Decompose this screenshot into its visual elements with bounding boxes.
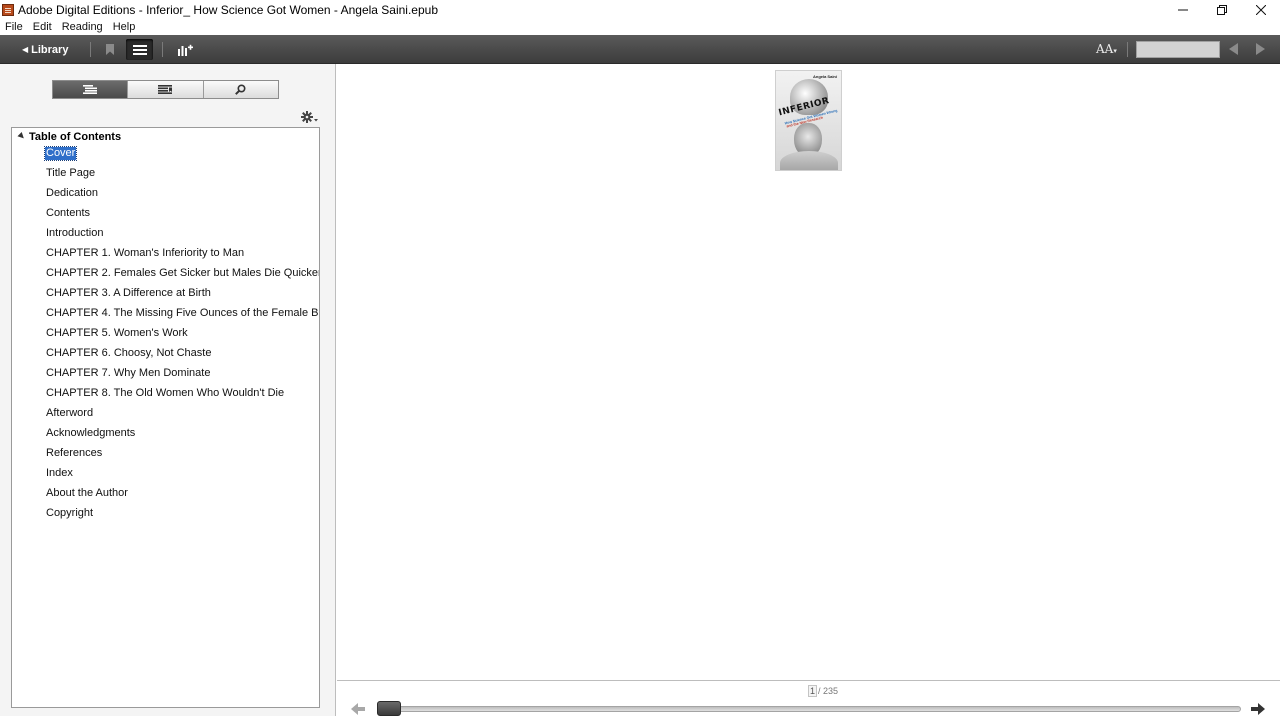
search-input[interactable] (1136, 41, 1220, 58)
panel-options-button[interactable] (301, 110, 319, 124)
table-of-contents-tree: Table of Contents Cover Title Page Dedicat… (11, 127, 320, 708)
window-controls (1163, 0, 1280, 19)
book-cover-image: Angela Saini INFERIOR How Science Got Wo… (775, 70, 842, 171)
menu-help[interactable]: Help (108, 19, 141, 35)
toc-list: Cover Title Page Dedication Contents Introdu… (43, 143, 320, 523)
title-bar: Adobe Digital Editions - Inferior_ How S… (0, 0, 1280, 19)
toolbar-divider (1127, 42, 1128, 57)
toc-item-label: About the Author (46, 486, 128, 499)
window-title: Adobe Digital Editions - Inferior_ How S… (18, 2, 439, 17)
collapse-triangle-icon[interactable] (17, 132, 26, 141)
cover-shoulders-shape (780, 151, 838, 170)
tab-search[interactable] (204, 81, 278, 98)
page-slider-thumb[interactable] (377, 701, 401, 716)
add-to-library-button[interactable] (172, 39, 199, 60)
toc-item-label: CHAPTER 6. Choosy, Not Chaste (46, 346, 212, 359)
toc-item[interactable]: Dedication (45, 183, 319, 203)
arrow-left-icon (351, 703, 365, 715)
previous-page-button[interactable] (351, 702, 365, 720)
arrow-right-icon (1251, 703, 1265, 715)
toc-item-label: CHAPTER 4. The Missing Five Ounces of th… (46, 306, 320, 319)
menu-file[interactable]: File (0, 19, 28, 35)
bookmark-button[interactable] (96, 39, 123, 60)
total-pages-label: / 235 (818, 686, 839, 696)
toc-view-button[interactable] (126, 39, 153, 60)
toc-item-label: Contents (46, 206, 91, 219)
minimize-icon[interactable] (1163, 0, 1202, 19)
toc-item-label: CHAPTER 3. A Difference at Birth (46, 286, 211, 299)
toc-item-label: CHAPTER 1. Woman's Inferiority to Man (46, 246, 245, 259)
previous-page-icon[interactable] (1229, 43, 1238, 55)
toc-header-label: Table of Contents (29, 131, 122, 143)
toc-item[interactable]: Index (45, 463, 319, 483)
toc-item[interactable]: Copyright (45, 503, 319, 523)
cover-author: Angela Saini (812, 74, 837, 79)
current-page-field[interactable]: 1 (808, 685, 817, 697)
toolbar: ◀ Library AA▾ (0, 35, 1280, 64)
toc-item-label: Copyright (46, 506, 94, 519)
toc-item-label: CHAPTER 2. Females Get Sicker but Males … (46, 266, 320, 279)
toolbar-divider (90, 42, 91, 57)
list-view-icon (132, 44, 147, 55)
toc-item-label: CHAPTER 5. Women's Work (46, 326, 188, 339)
toc-item[interactable]: Acknowledgments (45, 423, 319, 443)
toc-item[interactable]: CHAPTER 7. Why Men Dominate (45, 363, 319, 383)
back-triangle-icon: ◀ (22, 45, 29, 54)
library-label: Library (31, 43, 69, 56)
tab-table-of-contents[interactable] (53, 81, 129, 98)
toc-item-label: Acknowledgments (46, 426, 136, 439)
toc-item[interactable]: Contents (45, 203, 319, 223)
tab-bookmarks[interactable] (128, 81, 204, 98)
toc-item-label: Afterword (46, 406, 94, 419)
toc-item[interactable]: CHAPTER 3. A Difference at Birth (45, 283, 319, 303)
toc-item[interactable]: CHAPTER 8. The Old Women Who Wouldn't Di… (45, 383, 319, 403)
toc-item-label: Dedication (46, 186, 98, 199)
menu-edit[interactable]: Edit (28, 19, 57, 35)
toc-list-icon (83, 85, 98, 94)
menu-bar: File Edit Reading Help (0, 19, 1280, 35)
library-button[interactable]: ◀ Library (22, 41, 68, 58)
toc-item[interactable]: Introduction (45, 223, 319, 243)
bookmarks-list-icon (158, 85, 173, 94)
navigation-panel: Table of Contents Cover Title Page Dedicat… (0, 64, 336, 716)
toc-item[interactable]: CHAPTER 6. Choosy, Not Chaste (45, 343, 319, 363)
toc-item-label: Introduction (46, 226, 104, 239)
next-page-button[interactable] (1251, 702, 1265, 720)
page-slider-track[interactable] (377, 706, 1241, 712)
app-book-icon (2, 3, 14, 16)
toc-item[interactable]: Title Page (45, 163, 319, 183)
toc-item[interactable]: CHAPTER 2. Females Get Sicker but Males … (45, 263, 320, 283)
reading-pane[interactable]: Angela Saini INFERIOR How Science Got Wo… (337, 64, 1280, 680)
toc-item-label: Title Page (46, 166, 96, 179)
close-icon[interactable] (1241, 0, 1280, 19)
toc-item-label: CHAPTER 8. The Old Women Who Wouldn't Di… (46, 386, 285, 399)
add-chart-icon (178, 44, 193, 56)
font-size-button[interactable]: AA▾ (1096, 42, 1117, 57)
search-icon (235, 84, 246, 95)
page-indicator: 1 / 235 (808, 685, 838, 697)
restore-icon[interactable] (1202, 0, 1241, 19)
page-navigation-bar: 1 / 235 (337, 680, 1280, 716)
gear-icon (301, 111, 318, 123)
toc-item[interactable]: CHAPTER 4. The Missing Five Ounces of th… (45, 303, 320, 323)
font-size-label: AA (1096, 42, 1114, 56)
toc-item[interactable]: Afterword (45, 403, 319, 423)
toc-item[interactable]: About the Author (45, 483, 319, 503)
panel-view-tabs (52, 80, 279, 99)
toc-item-label: CHAPTER 7. Why Men Dominate (46, 366, 211, 379)
next-page-icon[interactable] (1256, 43, 1265, 55)
toc-item-label: Cover (43, 145, 78, 161)
toc-item[interactable]: CHAPTER 5. Women's Work (45, 323, 319, 343)
bookmark-icon (105, 44, 114, 55)
toolbar-divider (162, 42, 163, 57)
toc-item[interactable]: References (45, 443, 319, 463)
dropdown-arrow-icon: ▾ (1113, 47, 1117, 55)
toc-root[interactable]: Table of Contents (17, 130, 122, 144)
menu-reading[interactable]: Reading (57, 19, 108, 35)
toc-item-label: References (46, 446, 103, 459)
toc-item-label: Index (46, 466, 73, 479)
toc-item[interactable]: CHAPTER 1. Woman's Inferiority to Man (45, 243, 319, 263)
toc-item[interactable]: Cover (43, 143, 319, 163)
